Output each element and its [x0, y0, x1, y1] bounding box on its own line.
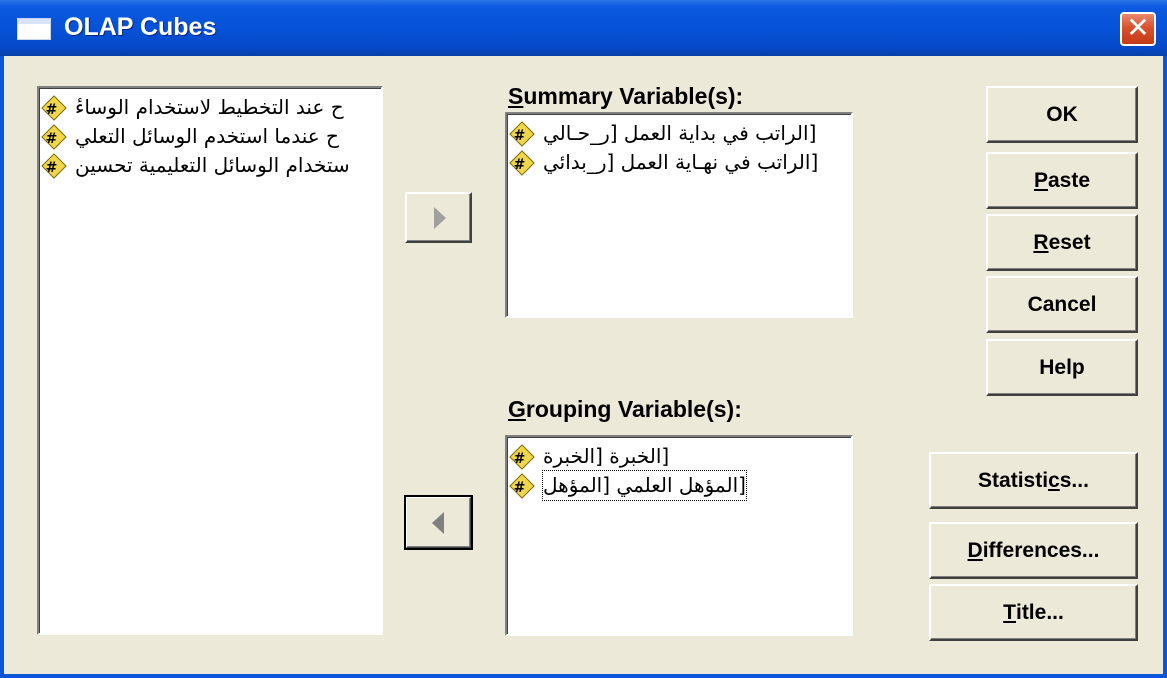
list-item[interactable]: ح عندما استخدم الوسائل التعلي	[39, 122, 381, 151]
title-button[interactable]: Title...	[929, 584, 1138, 641]
differences-button[interactable]: Differences...	[929, 522, 1138, 579]
move-from-grouping-button[interactable]	[404, 495, 473, 550]
statistics-button[interactable]: Statisti c s...	[929, 452, 1138, 509]
paste-button[interactable]: Paste	[986, 152, 1138, 209]
window-icon	[17, 18, 51, 40]
window-title: OLAP Cubes	[64, 13, 217, 41]
scale-variable-icon	[509, 150, 535, 176]
right-arrow-icon	[433, 206, 446, 229]
scale-variable-icon	[41, 95, 67, 121]
summary-variables-label: Summary Variable(s):	[508, 83, 744, 109]
summary-variable-list[interactable]: [الراتب في بداية العمل [ر_حـالي [الراتب …	[505, 112, 853, 318]
list-item[interactable]: ح عند التخطيط لاستخدام الوساءٔ	[39, 93, 381, 122]
list-item[interactable]: [المؤهل العلمي [المؤهل	[507, 470, 851, 501]
list-item[interactable]: [الخبرة [الخبرة	[507, 442, 851, 471]
grouping-variable-list[interactable]: [الخبرة [الخبرة [المؤهل العلمي [المؤهل	[505, 435, 853, 636]
title-bar: OLAP Cubes ✕	[0, 0, 1167, 56]
scale-variable-icon	[509, 473, 535, 499]
move-to-summary-button[interactable]	[405, 192, 472, 243]
reset-button[interactable]: Reset	[986, 214, 1138, 271]
scale-variable-icon	[509, 444, 535, 470]
help-button[interactable]: Help	[986, 339, 1138, 396]
left-arrow-icon	[431, 511, 444, 534]
scale-variable-icon	[41, 153, 67, 179]
cancel-button[interactable]: Cancel	[986, 276, 1138, 333]
list-item[interactable]: ستخدام الوسائل التعليمية تحسين	[39, 151, 381, 180]
list-item[interactable]: [الراتب في نهـاية العمل [ر_بدائي	[507, 148, 851, 177]
source-variable-list[interactable]: ح عند التخطيط لاستخدام الوساءٔ ح عندما ا…	[37, 86, 383, 635]
ok-button[interactable]: OK	[986, 86, 1138, 143]
scale-variable-icon	[509, 121, 535, 147]
list-item[interactable]: [الراتب في بداية العمل [ر_حـالي	[507, 119, 851, 148]
close-button[interactable]: ✕	[1120, 12, 1156, 46]
grouping-variables-label: Grouping Variable(s):	[508, 396, 742, 422]
scale-variable-icon	[41, 124, 67, 150]
